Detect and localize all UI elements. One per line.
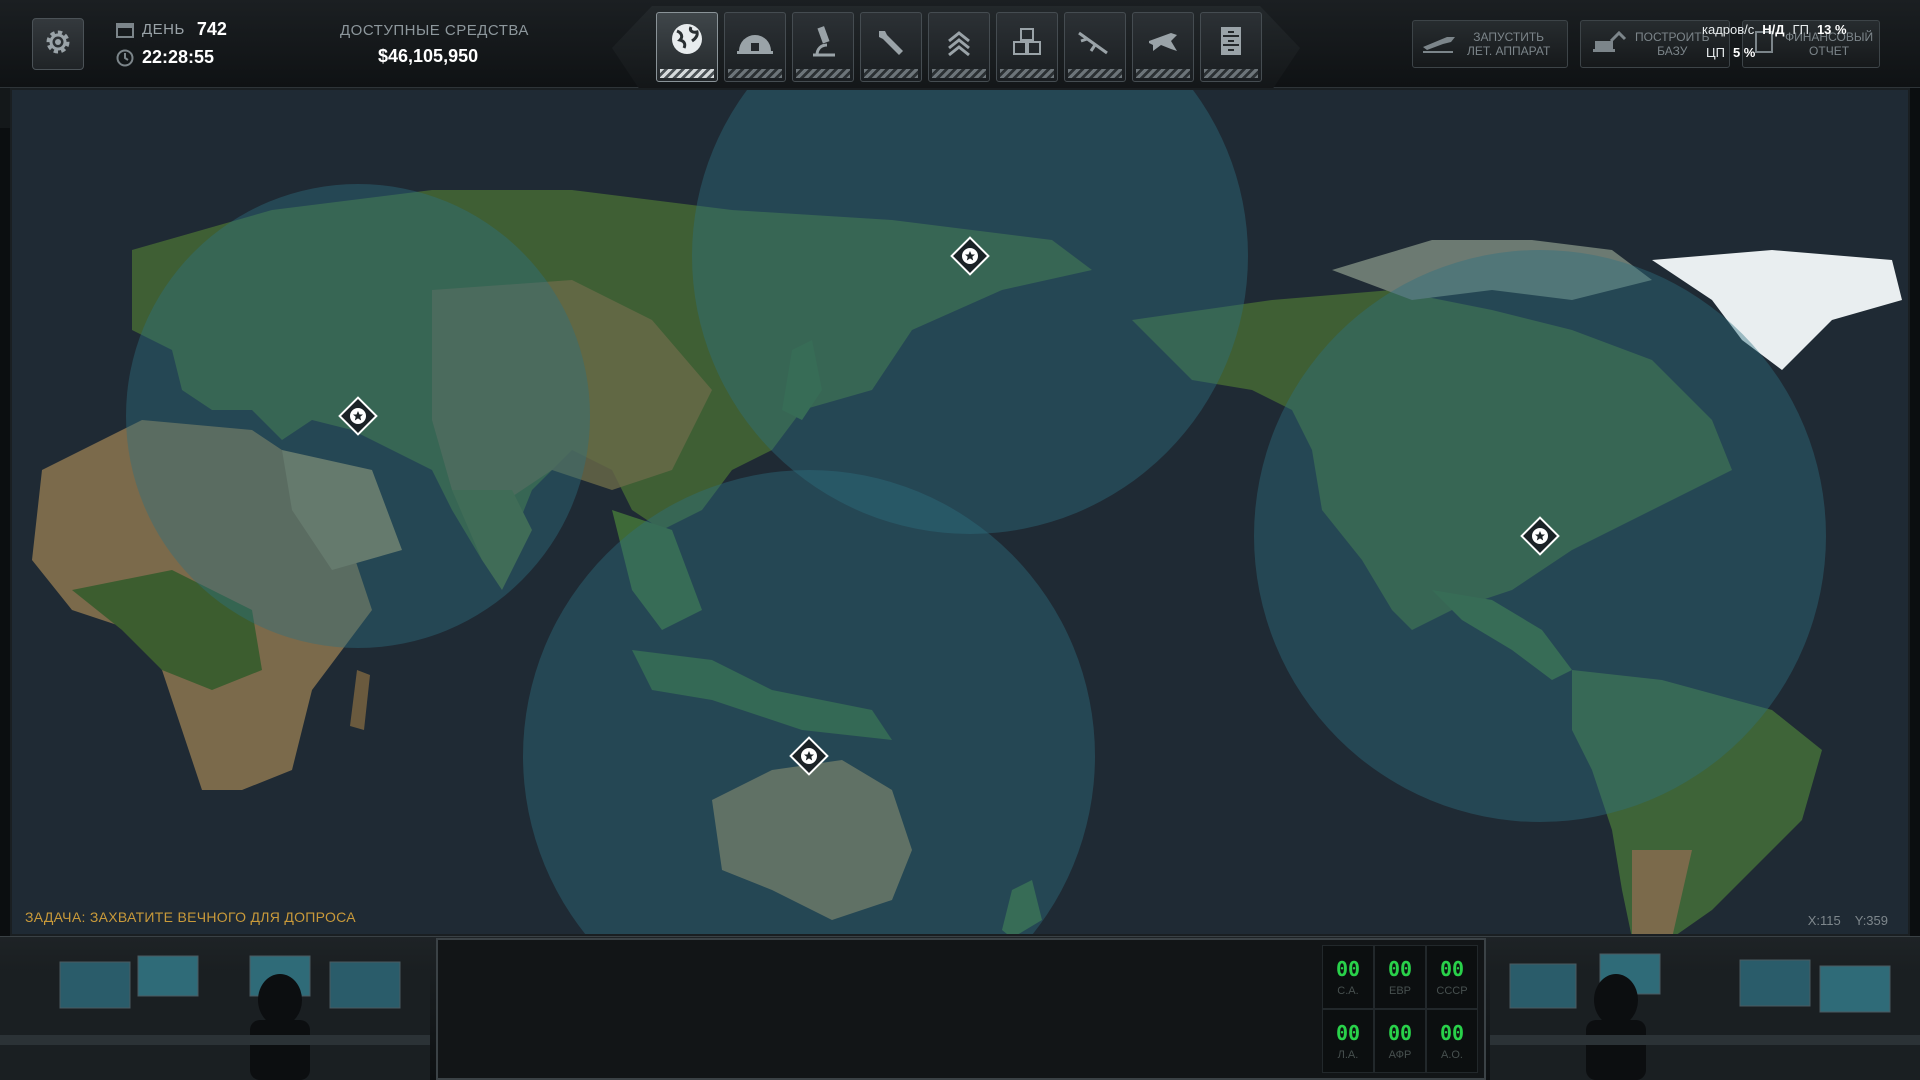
rifle-icon bbox=[1073, 21, 1117, 70]
panic-value: 00 bbox=[1335, 957, 1361, 981]
panic-region: СССР bbox=[1436, 985, 1468, 997]
coord-y: Y:359 bbox=[1854, 913, 1888, 928]
settings-button[interactable] bbox=[32, 18, 84, 70]
gear-icon bbox=[43, 27, 73, 62]
microscope-icon bbox=[801, 21, 845, 70]
panic-cell: 00 ЕВР bbox=[1374, 945, 1426, 1009]
menu-arsenal-button[interactable] bbox=[1064, 12, 1126, 82]
panic-region: А.О. bbox=[1440, 1049, 1463, 1061]
gpu-value: 13 % bbox=[1816, 22, 1847, 37]
plane-icon bbox=[1421, 29, 1459, 60]
menu-storage-button[interactable] bbox=[996, 12, 1058, 82]
panic-value: 00 bbox=[1387, 1021, 1413, 1045]
top-bar: ДЕНЬ 742 22:28:55 ДОСТУПНЫЕ СРЕДСТВА $46… bbox=[0, 0, 1920, 90]
launch-label-1: ЗАПУСТИТЬ bbox=[1473, 30, 1545, 44]
panic-cell: 00 Л.А. bbox=[1322, 1009, 1374, 1073]
cpu-value: 5 % bbox=[1732, 45, 1756, 60]
game-clock: 22:28:55 bbox=[116, 47, 214, 68]
panic-cell: 00 А.О. bbox=[1426, 1009, 1478, 1073]
world-map[interactable] bbox=[10, 88, 1910, 936]
cursor-coordinates: X:115 Y:359 bbox=[1808, 913, 1888, 928]
menu-research-button[interactable] bbox=[792, 12, 854, 82]
panic-value: 00 bbox=[1387, 957, 1413, 981]
cpu-label: ЦП bbox=[1706, 45, 1725, 60]
menu-geoscape-button[interactable] bbox=[656, 12, 718, 82]
crates-icon bbox=[1005, 21, 1049, 70]
performance-stats: кадров/с Н/Д ГП 13 % ЦП 5 % bbox=[1702, 22, 1847, 60]
funds-value: $46,105,950 bbox=[378, 46, 479, 66]
fps-value: Н/Д bbox=[1762, 22, 1785, 37]
panic-region: АФР bbox=[1388, 1049, 1412, 1061]
funds-label: ДОСТУПНЫЕ СРЕДСТВА bbox=[340, 22, 529, 39]
jet-icon bbox=[1141, 21, 1185, 70]
panic-region: ЕВР bbox=[1388, 985, 1411, 997]
operator-console-left bbox=[0, 940, 430, 1080]
day-label: ДЕНЬ bbox=[142, 21, 185, 38]
menu-base-button[interactable] bbox=[724, 12, 786, 82]
fps-label: кадров/с bbox=[1702, 22, 1755, 37]
day-counter: ДЕНЬ 742 bbox=[116, 19, 227, 40]
globe-icon bbox=[665, 21, 709, 70]
panic-cell: 00 СССР bbox=[1426, 945, 1478, 1009]
clock-value: 22:28:55 bbox=[142, 47, 215, 67]
cabinet-icon bbox=[1209, 21, 1253, 70]
menu-barracks-button[interactable] bbox=[928, 12, 990, 82]
mission-objective: ЗАДАЧА: ЗАХВАТИТЕ ВЕЧНОГО ДЛЯ ДОПРОСА bbox=[25, 909, 356, 925]
main-menu bbox=[656, 12, 1262, 82]
clock-icon bbox=[116, 49, 134, 67]
menu-archive-button[interactable] bbox=[1200, 12, 1262, 82]
menu-engineering-button[interactable] bbox=[860, 12, 922, 82]
panic-value: 00 bbox=[1439, 1021, 1465, 1045]
dome-icon bbox=[733, 21, 777, 70]
panic-region: Л.А. bbox=[1337, 1049, 1359, 1061]
menu-hangar-button[interactable] bbox=[1132, 12, 1194, 82]
panic-cell: 00 АФР bbox=[1374, 1009, 1426, 1073]
operator-console-right bbox=[1490, 940, 1920, 1080]
launch-aircraft-button[interactable]: ЗАПУСТИТЬ ЛЕТ. АППАРАТ bbox=[1412, 20, 1568, 68]
build-label-1: ПОСТРОИТЬ bbox=[1635, 30, 1710, 44]
gpu-label: ГП bbox=[1792, 22, 1809, 37]
calendar-icon bbox=[116, 21, 134, 39]
excavator-icon bbox=[1589, 29, 1627, 60]
coord-x: X:115 bbox=[1807, 913, 1841, 928]
panic-value: 00 bbox=[1439, 957, 1465, 981]
panic-cell: 00 С.А. bbox=[1322, 945, 1374, 1009]
wrench-icon bbox=[869, 21, 913, 70]
build-label-2: БАЗУ bbox=[1657, 44, 1688, 58]
panic-region: С.А. bbox=[1337, 985, 1359, 997]
day-value: 742 bbox=[196, 19, 227, 39]
panic-levels: 00 С.А. 00 ЕВР 00 СССР 00 Л.А. 00 АФР 00… bbox=[1322, 945, 1478, 1073]
launch-label-2: ЛЕТ. АППАРАТ bbox=[1467, 44, 1551, 58]
panic-value: 00 bbox=[1335, 1021, 1361, 1045]
rank-chevron-icon bbox=[937, 21, 981, 70]
